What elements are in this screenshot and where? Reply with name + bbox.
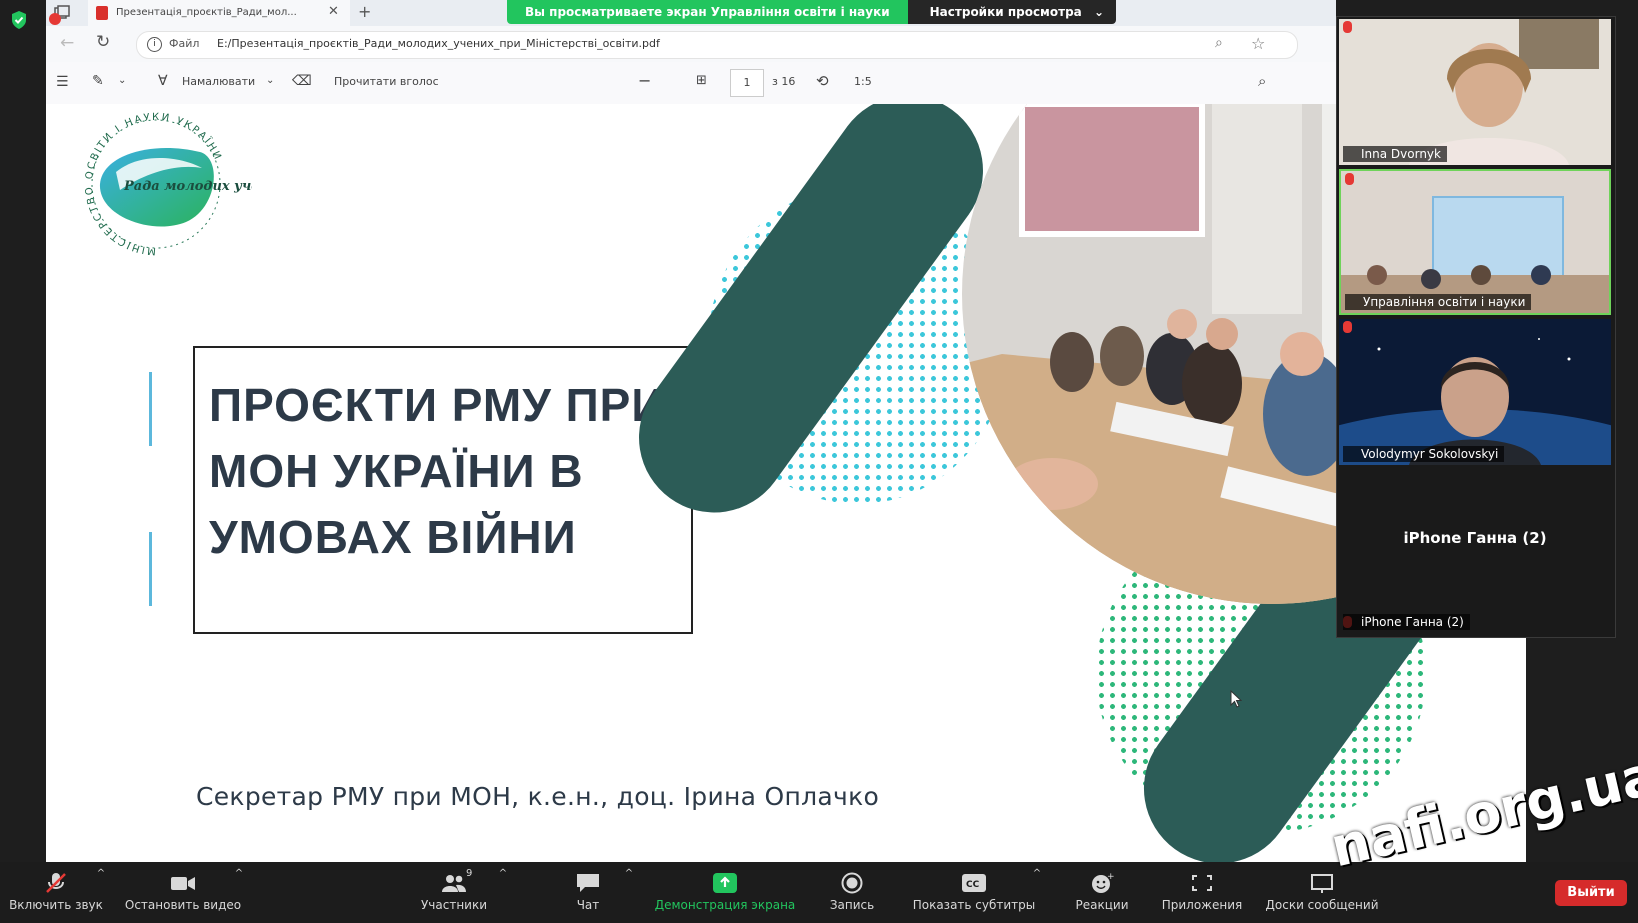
record-button[interactable]: Запись [808,862,896,923]
participants-options-caret[interactable]: ^ [496,854,510,915]
chevron-down-icon: ⌄ [1093,5,1105,19]
mic-off-icon [1343,321,1352,333]
rotate-icon[interactable]: ⟲ [816,72,829,90]
address-prefix: Файл [169,37,200,50]
participant-name: Inna Dvornyk [1343,146,1447,162]
security-shield-icon[interactable] [10,10,28,30]
view-options-button[interactable]: Настройки просмотра ⌄ [907,0,1117,24]
page-view-button[interactable]: 1:5 [854,75,872,88]
whiteboard-icon [1311,874,1333,893]
read-aloud-button[interactable]: Прочитати вголос [334,75,439,88]
pdf-toolbar: ☰ ✎ ⌄ ∀ Намалювати ⌄ ⌫ Прочитати вголос … [46,62,1336,105]
chat-icon [577,874,599,892]
participant-name: Volodymyr Sokolovskyi [1343,446,1505,462]
tab-title: Презентація_проєктів_Ради_мол... [116,7,297,18]
info-icon: i [147,37,162,52]
view-options-label: Настройки просмотра [929,5,1082,19]
participants-label: Участники [420,898,488,912]
reactions-icon: + [1092,872,1115,893]
draw-dropdown-icon[interactable]: ⌄ [266,75,274,86]
draw-icon[interactable]: ∀ [158,73,168,89]
captions-button[interactable]: CC Показать субтитры [910,862,1038,923]
pdf-viewer[interactable]: МІНІСТЕРСТВО ОСВІТИ І НАУКИ УКРАЇНИ Рада… [46,104,1526,862]
exit-meeting-button[interactable]: Выйти [1555,880,1627,906]
share-screen-button[interactable]: Демонстрация экрана [650,862,800,923]
page-number-input[interactable]: 1 [730,69,764,97]
mouse-cursor-icon [1230,689,1243,712]
chat-options-caret[interactable]: ^ [622,854,636,915]
tab-close-icon[interactable]: ✕ [328,4,339,19]
page-current: 1 [743,76,751,89]
captions-label: Показать субтитры [912,898,1036,912]
participant-tile[interactable]: Volodymyr Sokolovskyi [1339,319,1611,465]
captions-icon: CC [962,874,986,892]
reload-icon[interactable]: ↻ [96,32,110,52]
reactions-label: Реакции [1075,898,1129,912]
record-label: Запись [829,898,875,912]
audio-options-caret[interactable]: ^ [94,854,108,915]
participant-name: iPhone Ганна (2) [1343,614,1470,630]
stop-video-label: Остановить видео [124,898,242,912]
favorite-icon[interactable]: ☆ [1251,34,1265,53]
record-icon [841,872,863,894]
eraser-icon[interactable]: ⌫ [292,73,312,89]
share-screen-icon [713,873,737,893]
logo-inner-text: Рада молодих учених [123,179,252,194]
participants-video-panel: Inna Dvornyk Управління освіти і науки V… [1336,16,1616,638]
address-bar[interactable]: i Файл E:/Презентація_проєктів_Ради_моло… [136,31,1298,59]
rmu-logo: МІНІСТЕРСТВО ОСВІТИ І НАУКИ УКРАЇНИ Рада… [60,112,287,260]
unmute-label: Включить звук [9,898,103,912]
apps-icon [1192,875,1212,891]
zoom-toolbar: Включить звук ^ Остановить видео ^ 9 Уча… [0,862,1638,923]
address-text: E:/Презентація_проєктів_Ради_молодих_уче… [217,37,660,50]
reactions-button[interactable]: + Реакции [1060,862,1144,923]
slide-subtitle: Секретар РМУ при МОН, к.е.н., доц. Ірина… [196,782,880,811]
contents-icon[interactable]: ☰ [56,74,69,90]
stop-video-button[interactable]: Остановить видео [118,862,248,923]
mic-muted-icon [46,873,66,893]
participant-name: Управління освіти і науки [1345,294,1532,310]
screen-share-banner: Вы просматриваете экран Управління освіт… [507,0,1117,24]
participants-icon [442,875,466,892]
participant-tile[interactable]: Управління освіти і науки [1339,169,1611,315]
share-screen-label: Демонстрация экрана [654,898,796,912]
back-icon[interactable]: ← [60,33,74,53]
pdf-page-slide: МІНІСТЕРСТВО ОСВІТИ І НАУКИ УКРАЇНИ Рада… [46,104,1526,862]
pdf-icon [96,6,108,20]
participant-tile[interactable]: iPhone Ганна (2) iPhone Ганна (2) [1339,469,1611,633]
highlight-icon[interactable]: ✎ [92,73,104,89]
fit-page-icon[interactable]: ⊞ [696,73,707,88]
accent-line-top [149,372,152,446]
apps-button[interactable]: Приложения [1152,862,1252,923]
accent-line-bottom [149,532,152,606]
apps-label: Приложения [1161,898,1243,912]
address-row: ← ↻ i Файл E:/Презентація_проєктів_Ради_… [46,26,1336,62]
highlight-dropdown-icon[interactable]: ⌄ [118,75,126,86]
browser-window: Презентація_проєктів_Ради_мол... ✕ + ← ↻… [46,0,1526,862]
new-tab-button[interactable]: + [358,2,371,21]
zoom-icon[interactable]: ⌕ [1215,35,1223,51]
participants-count: 9 [466,868,473,879]
participants-button[interactable]: 9 Участники [404,862,504,923]
search-icon[interactable]: ⌕ [1258,72,1266,90]
slide-title: ПРОЄКТИ РМУ ПРИ МОН УКРАЇНИ В УМОВАХ ВІЙ… [209,379,666,563]
draw-button[interactable]: Намалювати [182,75,255,88]
notification-badge [49,13,61,25]
captions-options-caret[interactable]: ^ [1030,854,1044,915]
svg-text:+: + [1107,872,1115,882]
page-total: з 16 [772,75,796,88]
unmute-button[interactable]: Включить звук [4,862,108,923]
share-banner-text: Вы просматриваете экран Управління освіт… [507,0,908,24]
svg-text:CC: CC [966,880,980,890]
browser-tab-active[interactable]: Презентація_проєктів_Ради_мол... ✕ [88,0,350,26]
mic-off-icon [1343,21,1352,33]
title-box: ПРОЄКТИ РМУ ПРИ МОН УКРАЇНИ В УМОВАХ ВІЙ… [193,346,693,634]
whiteboard-label: Доски сообщений [1265,898,1379,912]
video-camera-icon [171,877,195,890]
video-options-caret[interactable]: ^ [232,854,246,915]
mic-off-icon [1345,173,1354,185]
zoom-out-icon[interactable]: − [638,71,651,90]
participant-video-off-name: iPhone Ганна (2) [1403,529,1547,547]
participant-tile[interactable]: Inna Dvornyk [1339,19,1611,165]
